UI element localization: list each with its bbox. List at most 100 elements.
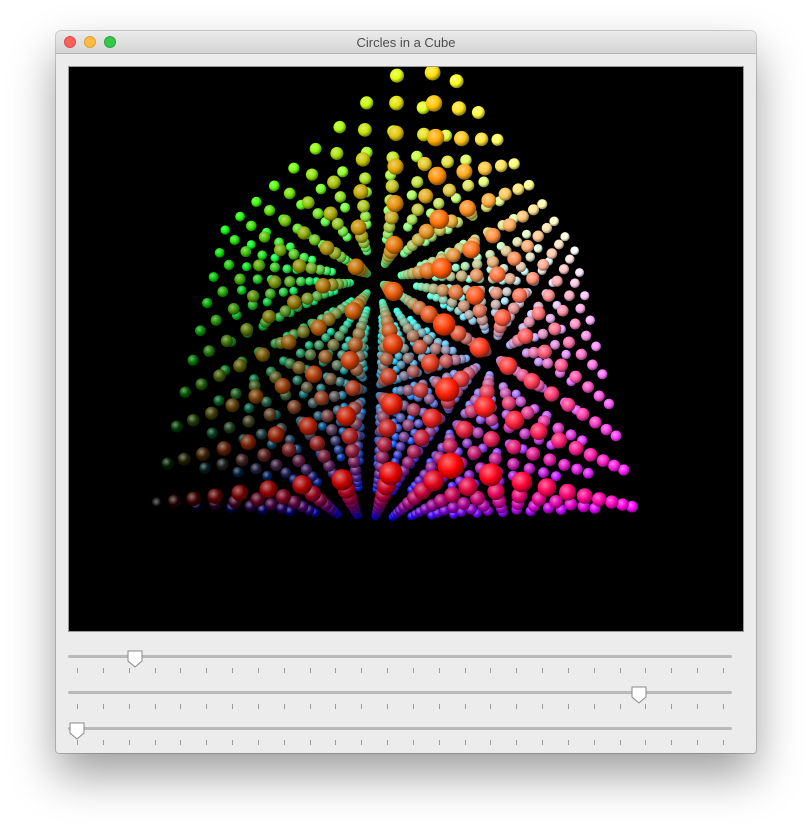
sphere <box>411 203 425 217</box>
sphere <box>323 206 338 221</box>
sphere <box>275 489 291 505</box>
sphere <box>596 454 610 467</box>
sphere <box>170 420 183 433</box>
sphere <box>448 284 464 301</box>
sphere <box>328 390 341 402</box>
slider-tick <box>102 668 104 673</box>
slider-tick <box>490 668 492 673</box>
slider-tick <box>257 740 259 745</box>
sphere <box>389 68 405 83</box>
slider-thumb[interactable] <box>630 685 648 705</box>
sphere <box>331 469 353 491</box>
slider-tick <box>516 704 518 709</box>
sphere <box>597 369 608 380</box>
sphere <box>508 158 520 170</box>
sphere <box>330 435 341 446</box>
sphere <box>543 453 557 467</box>
sphere <box>558 458 571 471</box>
sphere <box>551 432 568 449</box>
slider-3[interactable] <box>68 718 732 748</box>
sphere <box>333 120 346 134</box>
sphere <box>309 234 321 246</box>
sphere <box>334 191 347 203</box>
sphere <box>556 304 569 317</box>
sphere <box>350 219 367 236</box>
slider-thumb[interactable] <box>126 649 144 669</box>
sphere <box>516 210 529 223</box>
sphere <box>457 497 471 510</box>
sphere <box>421 354 440 373</box>
sphere <box>288 162 300 174</box>
sphere <box>210 314 222 326</box>
sphere <box>429 209 450 230</box>
sphere <box>576 407 590 421</box>
sphere <box>333 445 344 455</box>
cube-canvas[interactable] <box>68 66 744 632</box>
sphere <box>259 480 278 499</box>
sphere <box>280 467 292 479</box>
sphere <box>207 488 223 504</box>
sphere <box>502 287 512 297</box>
sphere <box>270 458 283 472</box>
title-bar[interactable]: Circles in a Cube <box>56 31 756 54</box>
sphere <box>278 287 289 297</box>
sphere <box>195 447 210 462</box>
sphere <box>289 286 298 296</box>
sphere <box>460 261 470 271</box>
sphere <box>568 440 584 456</box>
sphere <box>279 214 292 227</box>
sphere <box>455 420 474 439</box>
slider-track[interactable] <box>68 655 732 658</box>
sphere <box>521 229 532 239</box>
slider-track[interactable] <box>68 727 732 730</box>
slider-tick <box>154 740 156 745</box>
sphere <box>406 190 418 201</box>
sphere <box>251 196 262 208</box>
sphere <box>439 354 454 369</box>
sphere <box>483 431 500 448</box>
sphere <box>456 163 473 180</box>
sphere <box>486 255 499 269</box>
sphere <box>382 333 404 355</box>
slider-tick <box>257 668 259 673</box>
slider-tick <box>154 668 156 673</box>
slider-tick <box>180 668 182 673</box>
sphere <box>458 477 478 497</box>
sphere <box>527 204 540 216</box>
slider-2[interactable] <box>68 682 732 712</box>
slider-tick <box>464 704 466 709</box>
slider-tick <box>697 740 699 745</box>
sphere <box>213 369 226 382</box>
slider-tick <box>438 740 440 745</box>
sphere <box>398 431 410 443</box>
slider-tick <box>490 704 492 709</box>
slider-tick <box>335 668 337 673</box>
slider-1[interactable] <box>68 646 732 676</box>
sphere <box>344 380 361 397</box>
sphere <box>305 168 319 181</box>
sphere <box>449 74 464 89</box>
sphere <box>453 130 470 147</box>
sphere <box>554 239 564 250</box>
sphere <box>504 273 516 285</box>
sphere <box>318 349 333 364</box>
sphere <box>299 417 318 436</box>
slider-tick <box>309 668 311 673</box>
slider-tick <box>438 704 440 709</box>
slider-tick <box>361 668 363 673</box>
slider-tick <box>490 740 492 745</box>
sphere <box>380 393 403 416</box>
sphere <box>353 184 369 200</box>
slider-tick <box>412 704 414 709</box>
sphere <box>537 344 552 360</box>
sphere <box>543 386 560 402</box>
sphere <box>292 475 312 495</box>
sphere <box>512 236 523 248</box>
sphere <box>570 246 580 256</box>
sphere <box>471 259 483 270</box>
slider-thumb[interactable] <box>68 721 86 741</box>
sphere <box>252 274 263 285</box>
sphere <box>199 462 211 474</box>
sphere <box>422 408 442 429</box>
sphere <box>546 248 558 260</box>
